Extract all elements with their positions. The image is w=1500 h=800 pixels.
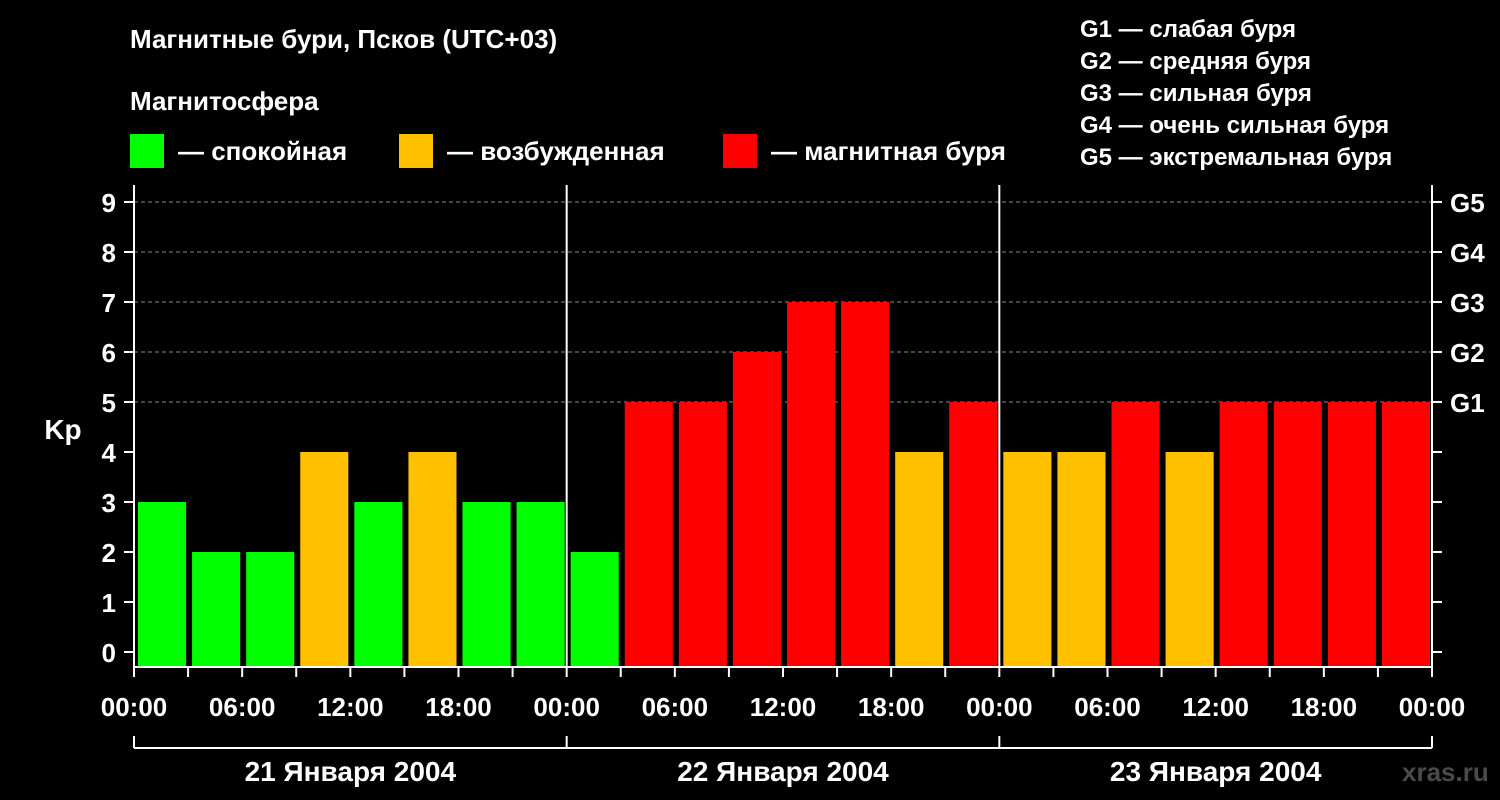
bar xyxy=(895,452,944,667)
bar xyxy=(1327,402,1376,667)
kp-bar-chart: 0 1 2 3 4 5 6 7 8 9 G1 G2 G3 G4 G5 Kp 00:00 06:00 12:00 18:… xyxy=(44,185,1485,787)
x-tick-label: 12:00 xyxy=(1182,692,1249,722)
y-tick-label: 3 xyxy=(102,488,116,518)
y-tick-label: 7 xyxy=(102,288,116,318)
x-tick-label: 00:00 xyxy=(101,692,168,722)
g-tick-label: G3 xyxy=(1450,288,1485,318)
y-axis-label: Kp xyxy=(44,414,81,445)
bar xyxy=(1273,402,1322,667)
bar xyxy=(354,502,403,667)
y-tick-label: 5 xyxy=(102,388,116,418)
y-tick-label: 6 xyxy=(102,338,116,368)
y-tick-label: 9 xyxy=(102,188,116,218)
x-tick-label: 00:00 xyxy=(1399,692,1466,722)
day-label: 23 Января 2004 xyxy=(1110,756,1322,787)
y-tick-label: 2 xyxy=(102,538,116,568)
bar xyxy=(192,552,241,667)
bar xyxy=(1165,452,1214,667)
x-tick-label: 18:00 xyxy=(1291,692,1358,722)
bar xyxy=(1111,402,1160,667)
g-tick-label: G4 xyxy=(1450,238,1485,268)
x-tick-label: 12:00 xyxy=(750,692,817,722)
g-tick-label: G5 xyxy=(1450,188,1485,218)
bar xyxy=(624,402,673,667)
y-tick-label: 4 xyxy=(102,438,117,468)
g-tick-label: G1 xyxy=(1450,388,1485,418)
bar xyxy=(138,502,187,667)
x-tick-label: 06:00 xyxy=(642,692,709,722)
bar xyxy=(678,402,727,667)
bar xyxy=(1381,402,1430,667)
x-tick-label: 18:00 xyxy=(425,692,492,722)
day-label: 22 Января 2004 xyxy=(677,756,889,787)
bar xyxy=(300,452,349,667)
bar xyxy=(462,502,511,667)
g-tick-label: G2 xyxy=(1450,338,1485,368)
x-tick-label: 12:00 xyxy=(317,692,384,722)
x-tick-label: 18:00 xyxy=(858,692,925,722)
day-label: 21 Января 2004 xyxy=(245,756,457,787)
y-tick-label: 1 xyxy=(102,588,116,618)
x-tick-label: 00:00 xyxy=(533,692,600,722)
bar xyxy=(732,352,781,667)
bar xyxy=(1003,452,1052,667)
bar xyxy=(570,552,619,667)
x-tick-label: 06:00 xyxy=(209,692,276,722)
bar xyxy=(1219,402,1268,667)
bar xyxy=(246,552,295,667)
bar xyxy=(949,402,998,667)
bar xyxy=(841,302,890,667)
x-tick-label: 00:00 xyxy=(966,692,1033,722)
watermark: xras.ru xyxy=(1402,757,1489,787)
bar xyxy=(516,502,565,667)
y-tick-label: 0 xyxy=(102,638,116,668)
bar xyxy=(1057,452,1106,667)
bar xyxy=(787,302,836,667)
y-tick-label: 8 xyxy=(102,238,116,268)
x-tick-label: 06:00 xyxy=(1074,692,1141,722)
bar xyxy=(408,452,457,667)
